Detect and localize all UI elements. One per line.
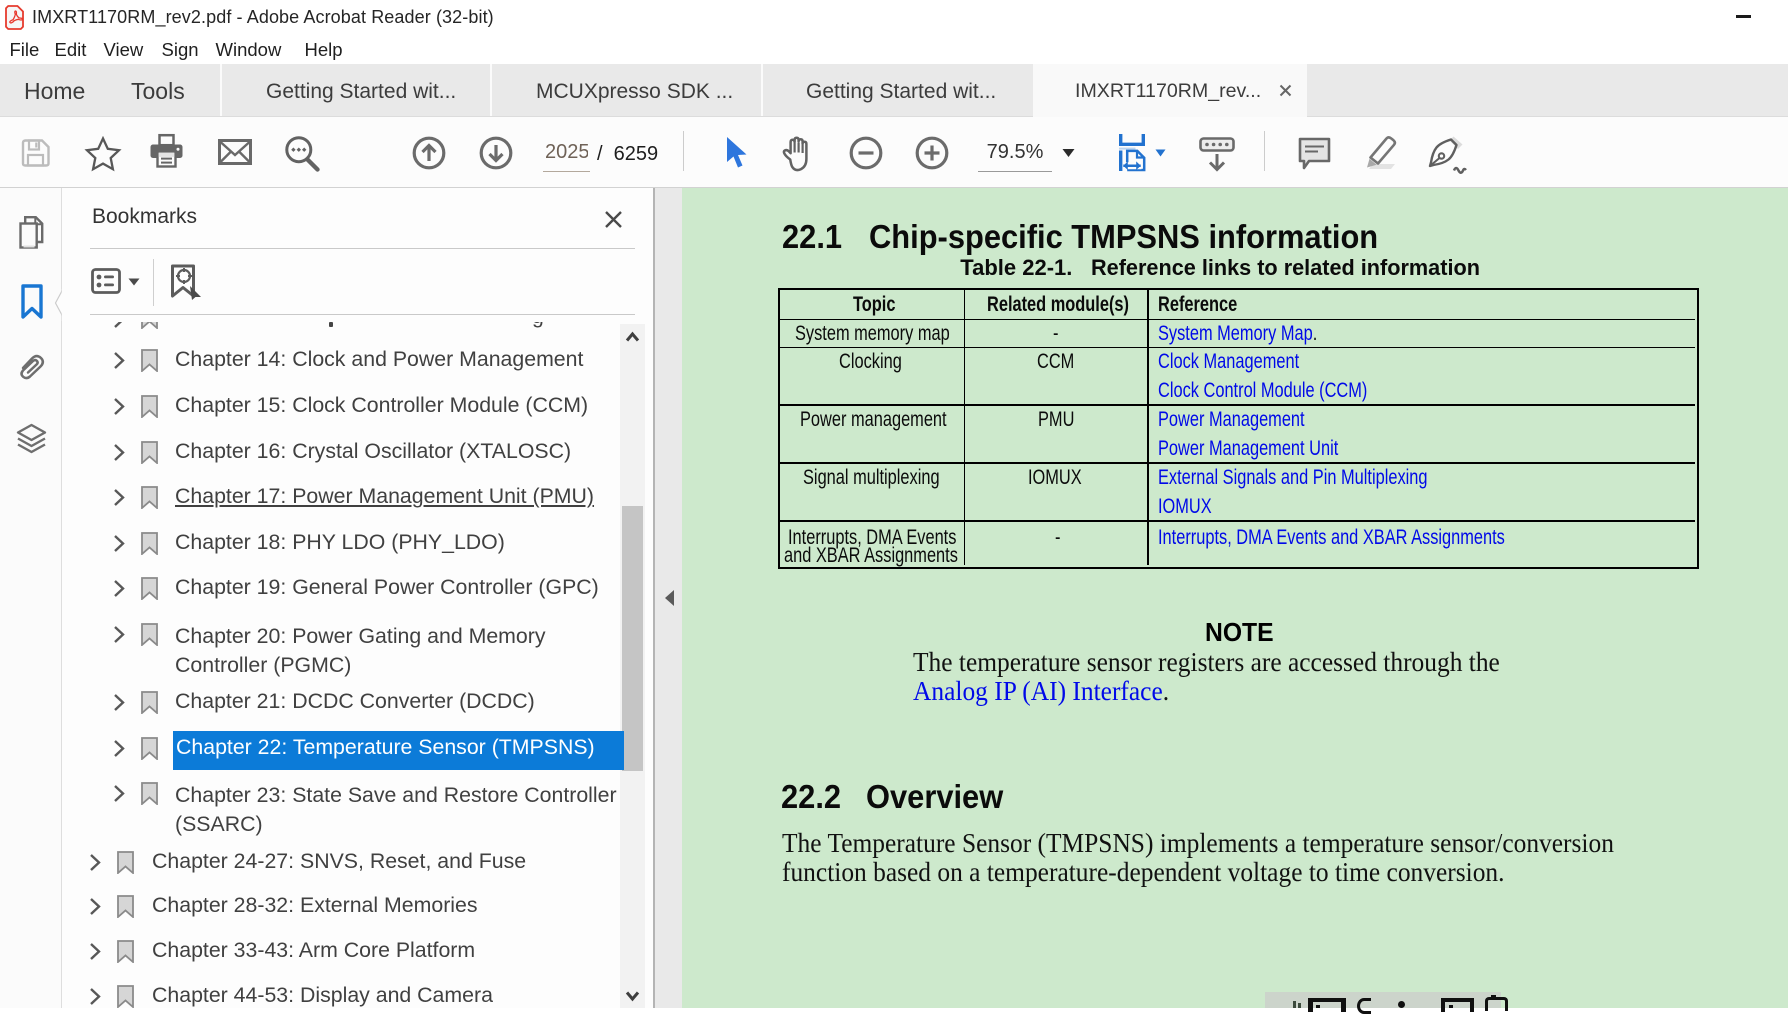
svg-text:g: g <box>532 322 544 328</box>
